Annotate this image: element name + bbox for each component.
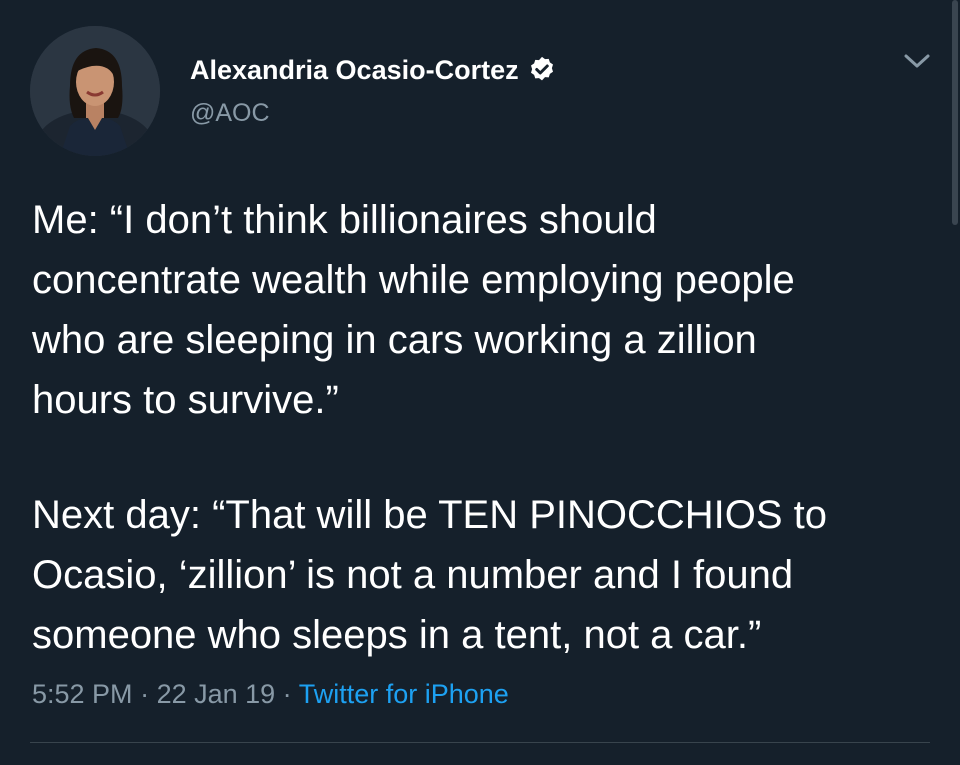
- tweet-source-link[interactable]: Twitter for iPhone: [299, 679, 509, 709]
- tweet-text-paragraph-2: Next day: “That will be TEN PINOCCHIOS t…: [32, 493, 828, 657]
- author-name-row[interactable]: Alexandria Ocasio-Cortez: [190, 54, 557, 86]
- tweet-text-paragraph-1: Me: “I don’t think billionaires should c…: [32, 198, 795, 422]
- display-name[interactable]: Alexandria Ocasio-Cortez: [190, 54, 519, 86]
- chevron-down-icon[interactable]: [900, 48, 934, 74]
- meta-separator: ·: [132, 679, 157, 709]
- meta-separator: ·: [275, 679, 299, 709]
- avatar[interactable]: [30, 26, 160, 156]
- tweet-card: Alexandria Ocasio-Cortez @AOC Me: “I don…: [0, 0, 960, 765]
- verified-badge-icon: [527, 55, 557, 85]
- tweet-date[interactable]: 22 Jan 19: [157, 679, 276, 709]
- scrollbar-thumb[interactable]: [952, 0, 958, 225]
- scrollbar[interactable]: [950, 0, 960, 765]
- author-handle[interactable]: @AOC: [190, 98, 270, 128]
- divider: [30, 742, 930, 743]
- tweet-meta: 5:52 PM · 22 Jan 19 · Twitter for iPhone: [32, 676, 509, 712]
- profile-photo-icon: [30, 26, 160, 156]
- tweet-time[interactable]: 5:52 PM: [32, 679, 133, 709]
